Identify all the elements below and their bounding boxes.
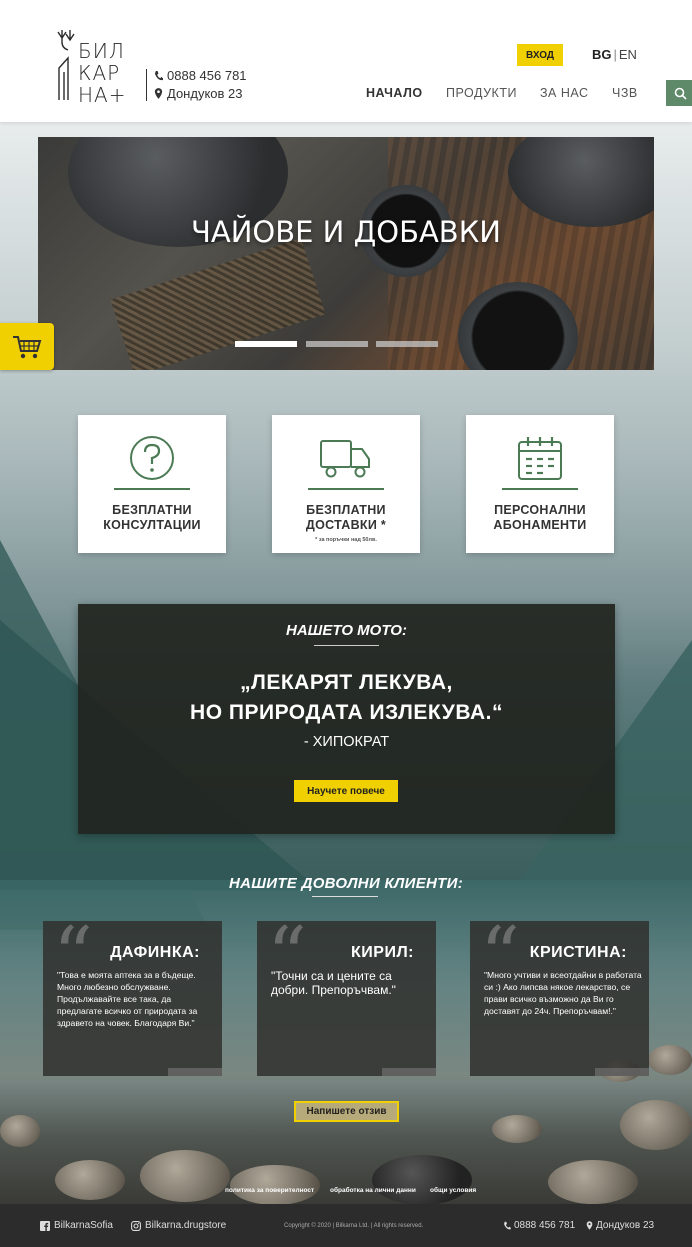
divider <box>146 69 147 101</box>
motto-underline <box>314 645 379 646</box>
testimonial-text: "Това е моята аптека за в бъдеще. Много … <box>57 970 198 1028</box>
feature-note: * за поръчки над 50лв. <box>315 537 377 543</box>
footer-phone-number: 0888 456 781 <box>514 1220 576 1231</box>
phone-icon <box>504 1221 511 1230</box>
write-review-button[interactable]: Напишете отзив <box>294 1101 399 1122</box>
feature-underline <box>114 488 190 490</box>
site-footer: BilkarnaSofia Bilkarna.drugstore Copyrig… <box>0 1204 692 1247</box>
rock <box>648 1045 692 1075</box>
calendar-icon <box>518 437 562 480</box>
motto-quote-line: „ЛЕКАРЯТ ЛЕКУВА, <box>240 671 453 694</box>
feature-subscriptions[interactable]: ПЕРСОНАЛНИ АБОНАМЕНТИ <box>466 415 614 553</box>
slider-dot[interactable] <box>376 341 438 347</box>
feature-delivery[interactable]: БЕЗПЛАТНИ ДОСТАВКИ * * за поръчки над 50… <box>272 415 420 553</box>
motto-label: НАШЕТО МОТО: <box>286 622 407 639</box>
location-pin-icon <box>154 88 163 99</box>
nav-home[interactable]: НАЧАЛО <box>366 86 423 100</box>
rock <box>140 1150 230 1202</box>
nav-faq[interactable]: ЧЗВ <box>612 86 638 100</box>
feature-underline <box>308 488 384 490</box>
card-corner-bar <box>168 1068 222 1076</box>
instagram-handle: Bilkarna.drugstore <box>145 1220 227 1231</box>
clients-underline <box>312 896 378 897</box>
cart-icon <box>13 335 42 358</box>
feature-underline <box>502 488 578 490</box>
logo-text-line: БИЛ <box>78 39 125 63</box>
testimonial-card: “ ДАФИНКА: "Това е моята аптека за в бъд… <box>43 917 222 1076</box>
cart-button[interactable] <box>0 323 54 370</box>
rock <box>372 1155 472 1205</box>
motto-quote-line: НО ПРИРОДАТА ИЗЛЕКУВА.“ <box>190 701 503 724</box>
card-corner-bar <box>595 1068 649 1076</box>
header-phone[interactable]: 0888 456 781 <box>154 68 247 83</box>
site-header: БИЛ КАР НА+ 0888 456 781 Дондуков 23 ВХО… <box>0 0 692 122</box>
truck-icon <box>320 440 370 478</box>
testimonial-name: КИРИЛ: <box>351 944 414 961</box>
rock <box>55 1160 125 1200</box>
bamboo-mat <box>110 238 326 370</box>
rock <box>492 1115 542 1143</box>
lang-bg[interactable]: BG <box>592 47 612 62</box>
footer-address-text: Дондуков 23 <box>596 1220 655 1231</box>
slider-dot[interactable] <box>235 341 297 347</box>
nav-about[interactable]: ЗА НАС <box>540 86 588 100</box>
terms-link[interactable]: общи условия <box>430 1187 476 1194</box>
feature-title: ПЕРСОНАЛНИ АБОНАМЕНТИ <box>493 503 587 532</box>
question-icon <box>130 436 174 480</box>
card-corner-bar <box>382 1068 436 1076</box>
learn-more-button[interactable]: Научете повече <box>294 780 398 802</box>
logo-text-line: НА+ <box>78 83 127 107</box>
clients-title: НАШИТЕ ДОВОЛНИ КЛИЕНТИ: <box>229 875 463 892</box>
location-pin-icon <box>586 1221 593 1230</box>
language-switcher: BG | EN <box>592 47 637 62</box>
motto-author: - ХИПОКРАТ <box>303 734 390 750</box>
copyright-text: Copyright © 2020 | Bilkarna Ltd. | All r… <box>284 1223 424 1229</box>
instagram-link[interactable]: Bilkarna.drugstore <box>131 1220 226 1231</box>
nav-products[interactable]: ПРОДУКТИ <box>446 86 517 100</box>
logo-text-line: КАР <box>78 61 121 85</box>
lang-separator: | <box>613 47 617 62</box>
address-text: Дондуков 23 <box>167 86 243 101</box>
footer-phone[interactable]: 0888 456 781 <box>503 1220 575 1231</box>
footer-address: Дондуков 23 <box>586 1220 654 1231</box>
feature-title: БЕЗПЛАТНИ КОНСУЛТАЦИИ <box>103 503 201 532</box>
personal-data-link[interactable]: обработка на лични данни <box>330 1187 416 1194</box>
login-button[interactable]: ВХОД <box>517 44 563 66</box>
testimonial-name: ДАФИНКА: <box>110 944 200 961</box>
search-icon <box>674 87 687 100</box>
search-button[interactable] <box>666 80 692 106</box>
instagram-icon <box>131 1220 141 1231</box>
phone-number: 0888 456 781 <box>167 68 247 83</box>
privacy-policy-link[interactable]: политика за поверителност <box>225 1187 314 1194</box>
motto-quote: „ЛЕКАРЯТ ЛЕКУВА, НО ПРИРОДАТА ИЗЛЕКУВА.“ <box>78 668 615 728</box>
testimonial-card: “ КРИСТИНА: "Много учтиви и всеотдайни в… <box>470 917 649 1076</box>
rock <box>620 1100 692 1150</box>
slider-dot[interactable] <box>306 341 368 347</box>
motto-section: НАШЕТО МОТО: „ЛЕКАРЯТ ЛЕКУВА, НО ПРИРОДА… <box>78 604 615 834</box>
phone-icon <box>154 71 163 81</box>
rock <box>548 1160 638 1204</box>
testimonial-text: "Много учтиви и всеотдайни в работата си… <box>484 970 642 1016</box>
facebook-link[interactable]: BilkarnaSofia <box>40 1220 113 1231</box>
facebook-handle: BilkarnaSofia <box>54 1220 113 1231</box>
feature-title: БЕЗПЛАТНИ ДОСТАВКИ * <box>305 503 387 532</box>
hero-slider[interactable]: ЧАЙОВЕ И ДОБАВКИ <box>38 137 654 370</box>
header-address: Дондуков 23 <box>154 86 243 101</box>
facebook-icon <box>40 1220 50 1231</box>
testimonial-text: "Точни са и цените са добри. Препоръчвам… <box>271 969 396 997</box>
rock <box>0 1115 40 1147</box>
logo[interactable]: БИЛ КАР НА+ <box>56 28 136 107</box>
rock <box>230 1165 320 1205</box>
testimonial-card: “ КИРИЛ: "Точни са и цените са добри. Пр… <box>257 917 436 1076</box>
slide-title: ЧАЙОВЕ И ДОБАВКИ <box>191 215 501 249</box>
testimonial-name: КРИСТИНА: <box>529 944 627 961</box>
lang-en[interactable]: EN <box>619 47 637 62</box>
feature-consultations[interactable]: БЕЗПЛАТНИ КОНСУЛТАЦИИ <box>78 415 226 553</box>
